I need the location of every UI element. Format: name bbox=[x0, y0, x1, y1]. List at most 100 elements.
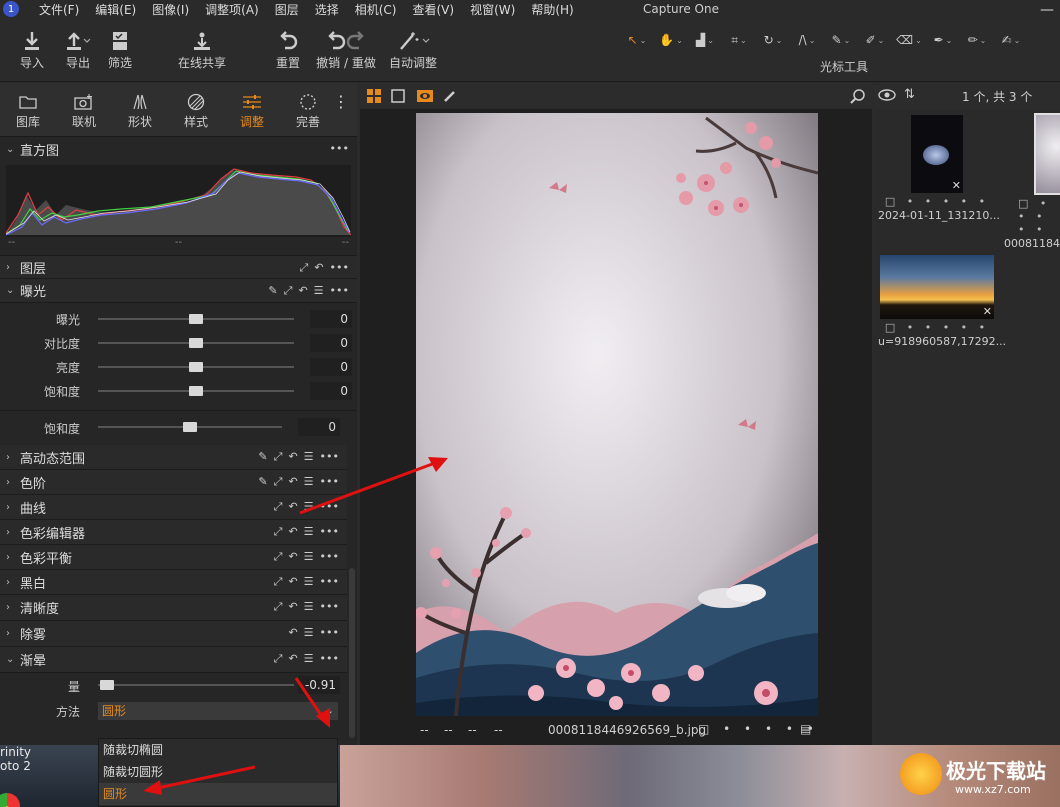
eye-icon[interactable] bbox=[878, 88, 896, 105]
reset-small-icon[interactable]: ↶ bbox=[288, 550, 297, 564]
reset-small-icon[interactable]: ↶ bbox=[288, 525, 297, 539]
undo-redo-button[interactable]: 撤销 / 重做 bbox=[313, 28, 379, 71]
presets-icon[interactable]: ☰ bbox=[304, 626, 314, 639]
tab-refine[interactable]: 完善 bbox=[280, 83, 336, 136]
brush-cursor-tool[interactable]: ✎ ⌄ bbox=[826, 30, 856, 50]
hdr-header[interactable]: › 高动态范围 ✎ ⤢ ↶ ☰ ••• bbox=[0, 445, 347, 470]
more-options-icon[interactable]: ••• bbox=[330, 284, 349, 298]
thumbnail-rating[interactable]: □ • • • • • bbox=[1000, 197, 1060, 236]
amount-slider-track[interactable] bbox=[98, 684, 294, 686]
more-options-icon[interactable]: ••• bbox=[330, 142, 349, 155]
reset-small-icon[interactable]: ↶ bbox=[288, 475, 297, 489]
more-options-icon[interactable]: ••• bbox=[320, 450, 339, 464]
presets-icon[interactable]: ☰ bbox=[304, 475, 314, 489]
saturation-slider-thumb[interactable] bbox=[189, 386, 203, 396]
reset-small-icon[interactable]: ↶ bbox=[288, 600, 297, 614]
tab-styles[interactable]: 样式 bbox=[168, 83, 224, 136]
keystone-cursor-tool[interactable]: /\ ⌄ bbox=[792, 30, 822, 50]
saturation2-slider-thumb[interactable] bbox=[183, 422, 197, 432]
loupe-cursor-tool[interactable]: ▟ ⌄ bbox=[690, 30, 720, 50]
expand-icon[interactable]: ⤢ bbox=[274, 500, 283, 514]
presets-icon[interactable]: ☰ bbox=[304, 500, 314, 514]
menu-camera[interactable]: 相机(C) bbox=[347, 1, 405, 18]
tab-library[interactable]: 图库 bbox=[0, 83, 56, 136]
expand-icon[interactable]: ⤢ bbox=[300, 261, 309, 275]
pan-cursor-tool[interactable]: ✋ ⌄ bbox=[656, 30, 686, 50]
more-options-icon[interactable]: ••• bbox=[320, 500, 339, 514]
zoom-icon[interactable] bbox=[850, 88, 866, 107]
reset-small-icon[interactable]: ↶ bbox=[298, 284, 307, 298]
exposure-slider-thumb[interactable] bbox=[189, 314, 203, 324]
menu-adjustments[interactable]: 调整项(A) bbox=[197, 1, 267, 18]
thumbnail-rating[interactable]: □ • • • • • bbox=[878, 195, 996, 208]
menu-window[interactable]: 视窗(W) bbox=[462, 1, 523, 18]
contrast-value-input[interactable]: 0 bbox=[310, 334, 352, 352]
menu-file[interactable]: 文件(F) bbox=[31, 1, 87, 18]
annotate-icon[interactable] bbox=[442, 88, 458, 107]
menu-help[interactable]: 帮助(H) bbox=[523, 1, 581, 18]
amount-value-input[interactable]: -0.91 bbox=[298, 676, 340, 694]
option-crop-ellipse[interactable]: 随裁切椭圆 bbox=[99, 739, 337, 761]
import-button[interactable]: 导入 bbox=[18, 28, 46, 71]
presets-icon[interactable]: ☰ bbox=[314, 284, 324, 298]
thumbnail-3[interactable]: ✕ □ • • • • • u=918960587,17292... bbox=[878, 255, 1006, 348]
option-circle[interactable]: 圆形 bbox=[99, 783, 337, 805]
picker-icon[interactable]: ✎ bbox=[258, 450, 267, 464]
dehaze-header[interactable]: › 除雾 ↶ ☰ ••• bbox=[0, 621, 347, 647]
export-button[interactable]: 导出 bbox=[60, 28, 96, 71]
reset-button[interactable]: 重置 bbox=[272, 28, 304, 71]
reset-small-icon[interactable]: ↶ bbox=[288, 450, 297, 464]
reset-small-icon[interactable]: ↶ bbox=[288, 500, 297, 514]
reset-small-icon[interactable]: ↶ bbox=[288, 626, 297, 639]
more-options-icon[interactable]: ••• bbox=[320, 475, 339, 489]
thumbnail-rating[interactable]: □ • • • • • bbox=[878, 321, 996, 334]
filter-button[interactable]: 筛选 bbox=[106, 28, 134, 71]
curve-header[interactable]: › 曲线 ⤢ ↶ ☰ ••• bbox=[0, 495, 347, 520]
expand-icon[interactable]: ⤢ bbox=[274, 450, 283, 464]
thumbnail-2[interactable]: □ • • • • • 000811844... bbox=[1000, 113, 1060, 250]
color-balance-header[interactable]: › 色彩平衡 ⤢ ↶ ☰ ••• bbox=[0, 545, 347, 570]
presets-icon[interactable]: ☰ bbox=[304, 575, 314, 589]
reset-small-icon[interactable]: ↶ bbox=[288, 652, 297, 666]
single-view-icon[interactable] bbox=[390, 88, 406, 107]
presets-icon[interactable]: ☰ bbox=[304, 600, 314, 614]
eye-view-icon[interactable] bbox=[416, 88, 434, 107]
picker-cursor-tool[interactable]: ✒ ⌄ bbox=[928, 30, 958, 50]
presets-icon[interactable]: ☰ bbox=[304, 450, 314, 464]
layers-header[interactable]: › 图层 ⤢ ↶ ••• bbox=[0, 255, 357, 279]
exposure-header[interactable]: ⌄ 曝光 ✎ ⤢ ↶ ☰ ••• bbox=[0, 279, 357, 303]
menu-view[interactable]: 查看(V) bbox=[405, 1, 463, 18]
minimize-button[interactable]: — bbox=[1040, 2, 1054, 18]
presets-icon[interactable]: ☰ bbox=[304, 525, 314, 539]
presets-icon[interactable]: ☰ bbox=[304, 550, 314, 564]
expand-icon[interactable]: ⤢ bbox=[274, 525, 283, 539]
menu-layers[interactable]: 图层 bbox=[267, 1, 307, 18]
tab-lens[interactable]: 形状 bbox=[112, 83, 168, 136]
tab-tethered[interactable]: 联机 bbox=[56, 83, 112, 136]
saturation2-value-input[interactable]: 0 bbox=[298, 418, 340, 436]
crop-cursor-tool[interactable]: ⌗ ⌄ bbox=[724, 30, 754, 50]
levels-header[interactable]: › 色阶 ✎ ⤢ ↶ ☰ ••• bbox=[0, 470, 347, 495]
metadata-icon[interactable]: ▤ bbox=[800, 722, 811, 736]
clarity-header[interactable]: › 清晰度 ⤢ ↶ ☰ ••• bbox=[0, 595, 347, 621]
menu-edit[interactable]: 编辑(E) bbox=[87, 1, 144, 18]
brightness-slider-thumb[interactable] bbox=[189, 362, 203, 372]
expand-icon[interactable]: ⤢ bbox=[274, 652, 283, 666]
saturation-value-input[interactable]: 0 bbox=[310, 382, 352, 400]
heal-cursor-tool[interactable]: ✐ ⌄ bbox=[860, 30, 890, 50]
reset-small-icon[interactable]: ↶ bbox=[288, 575, 297, 589]
presets-icon[interactable]: ☰ bbox=[304, 652, 314, 666]
rotate-cursor-tool[interactable]: ↻ ⌄ bbox=[758, 30, 788, 50]
contrast-slider-thumb[interactable] bbox=[189, 338, 203, 348]
auto-adjust-button[interactable]: 自动调整 bbox=[386, 28, 440, 71]
more-options-icon[interactable]: ••• bbox=[320, 652, 339, 666]
amount-slider-thumb[interactable] bbox=[100, 680, 114, 690]
expand-icon[interactable]: ⤢ bbox=[274, 550, 283, 564]
option-crop-circle[interactable]: 随裁切圆形 bbox=[99, 761, 337, 783]
grid-view-icon[interactable] bbox=[366, 88, 382, 107]
text-cursor-tool[interactable]: ✍ ⌄ bbox=[996, 30, 1026, 50]
sort-icon[interactable]: ⇅ bbox=[904, 87, 915, 102]
erase-cursor-tool[interactable]: ⌫ ⌄ bbox=[894, 30, 924, 50]
more-options-icon[interactable]: ••• bbox=[320, 600, 339, 614]
more-options-icon[interactable]: ••• bbox=[320, 550, 339, 564]
